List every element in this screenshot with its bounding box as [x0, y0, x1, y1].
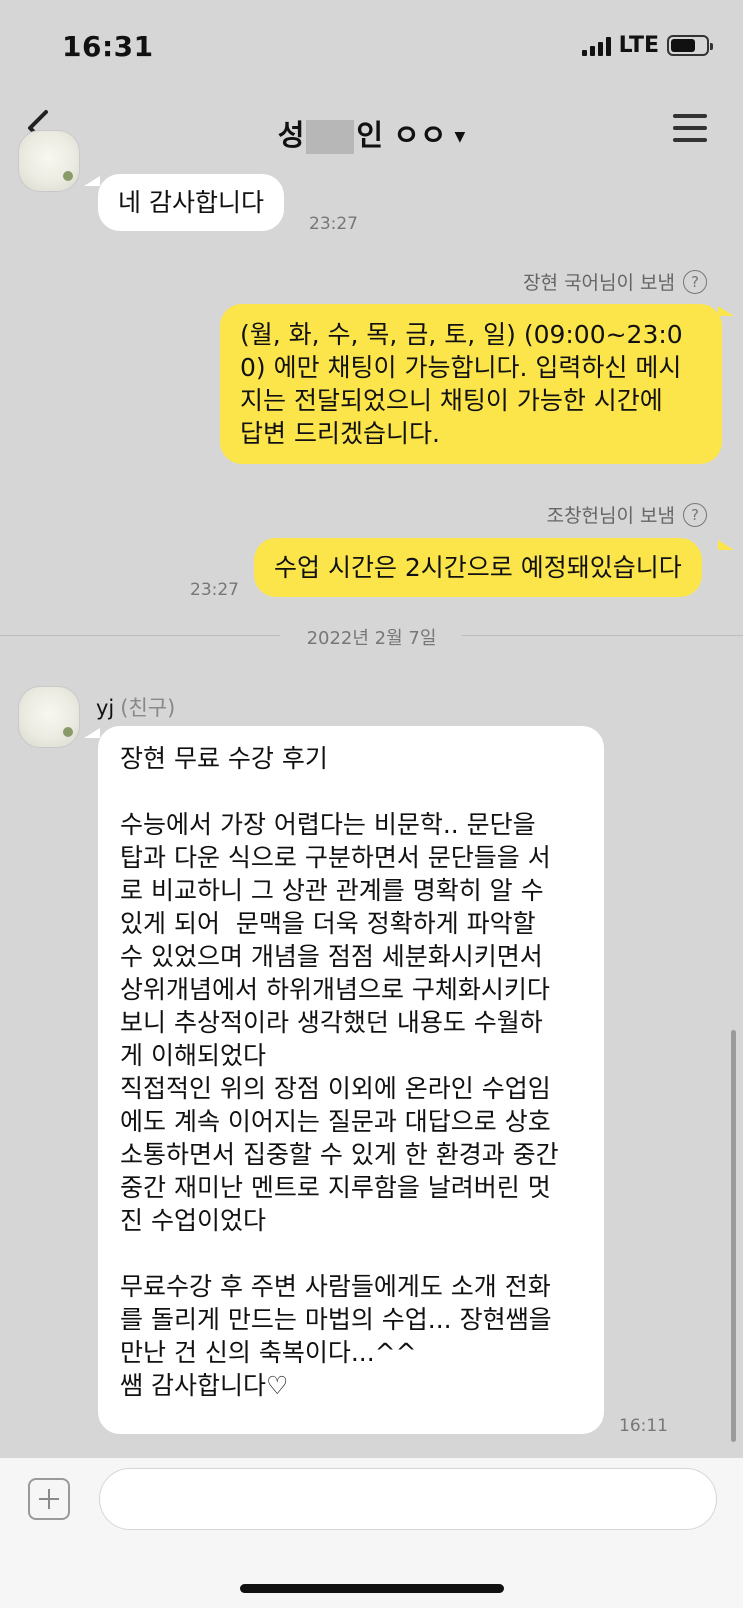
- chat-title-prefix: 성: [277, 118, 305, 152]
- message-bubble-sent[interactable]: (월, 화, 수, 목, 금, 토, 일) (09:00~23:0 0) 에만 …: [220, 304, 722, 464]
- status-indicators: LTE: [581, 33, 713, 58]
- bubble-tail: [84, 728, 100, 738]
- chat-title-suffix: 인 ㅇㅇ: [356, 118, 447, 152]
- date-divider-text: 2022년 2월 7일: [306, 628, 437, 649]
- question-circle-icon[interactable]: ?: [683, 269, 707, 294]
- battery-icon: [667, 35, 713, 56]
- bubble-tail: [718, 540, 734, 550]
- network-type: LTE: [618, 33, 659, 58]
- friend-tag: (친구): [120, 696, 176, 720]
- date-divider: 2022년 2월 7일: [0, 620, 743, 650]
- menu-button[interactable]: [673, 114, 707, 144]
- question-circle-icon[interactable]: ?: [683, 502, 707, 527]
- message-composer: [0, 1458, 743, 1608]
- scrollbar[interactable]: [731, 1030, 736, 1442]
- hamburger-icon: [673, 114, 707, 142]
- sender-note: 장현 국어님이 보냄 ?: [523, 268, 707, 295]
- avatar[interactable]: [18, 686, 80, 748]
- sender-name-text: yj: [96, 696, 115, 720]
- status-time: 16:31: [62, 30, 154, 63]
- bubble-tail: [84, 176, 100, 186]
- message-bubble-received[interactable]: 네 감사합니다: [98, 174, 284, 231]
- home-indicator[interactable]: [240, 1584, 504, 1593]
- message-bubble-received[interactable]: 장현 무료 수강 후기 수능에서 가장 어렵다는 비문학.. 문단을 탑과 다운…: [98, 726, 604, 1434]
- sender-note-text: 장현 국어님이 보냄: [523, 272, 675, 294]
- plus-square-icon[interactable]: [28, 1478, 70, 1520]
- chat-header: 성 인 ㅇㅇ ▼: [0, 90, 743, 170]
- redaction-blur: [306, 120, 355, 154]
- chat-title[interactable]: 성 인 ㅇㅇ ▼: [0, 112, 743, 154]
- message-time: 16:11: [619, 1416, 668, 1436]
- caret-down-icon: ▼: [454, 129, 466, 145]
- sender-note-text: 조창헌님이 보냄: [546, 505, 675, 527]
- message-time: 23:27: [309, 214, 358, 234]
- bubble-tail: [718, 306, 734, 316]
- avatar[interactable]: [18, 130, 80, 192]
- message-bubble-sent[interactable]: 수업 시간은 2시간으로 예정돼있습니다: [254, 538, 702, 597]
- sender-name[interactable]: yj (친구): [96, 692, 175, 722]
- sender-note: 조창헌님이 보냄 ?: [547, 501, 707, 528]
- status-bar: 16:31 LTE: [0, 0, 743, 90]
- message-time: 23:27: [190, 580, 239, 600]
- message-input[interactable]: [99, 1468, 717, 1530]
- cellular-signal-icon: [581, 36, 611, 56]
